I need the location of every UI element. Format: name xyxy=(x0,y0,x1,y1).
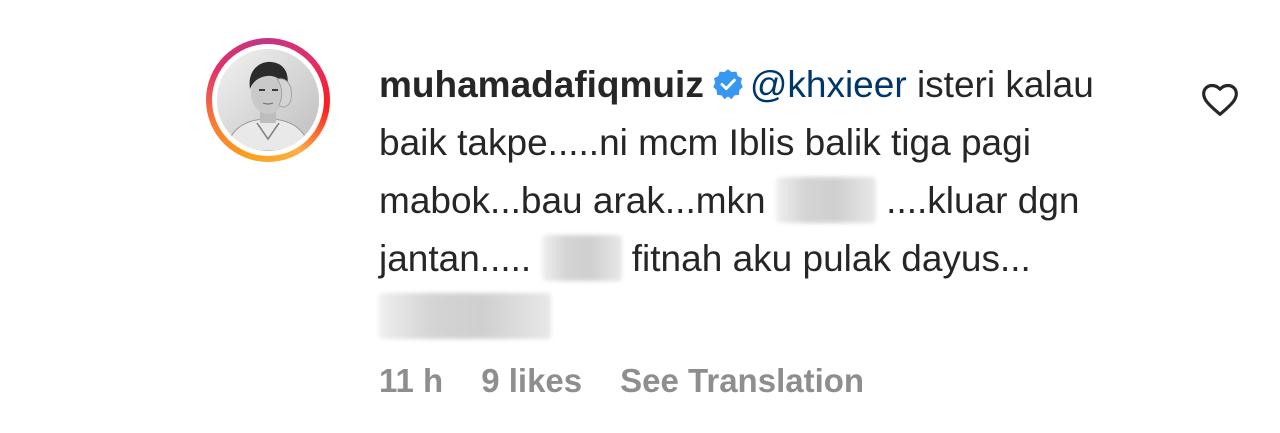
story-ring[interactable] xyxy=(206,38,330,162)
blurred-text xyxy=(379,293,551,339)
heart-icon[interactable] xyxy=(1199,80,1241,120)
username-link[interactable]: muhamadafiqmuiz xyxy=(379,64,704,105)
blurred-text xyxy=(775,177,876,223)
verified-badge-icon xyxy=(713,69,743,100)
avatar[interactable] xyxy=(217,49,319,151)
see-translation-button[interactable]: See Translation xyxy=(620,362,864,399)
comment-meta: 11 h 9 likes See Translation xyxy=(379,362,902,400)
comment-item: muhamadafiqmuiz @khxieer isteri kalau bai… xyxy=(0,0,1280,433)
timestamp[interactable]: 11 h xyxy=(379,362,443,399)
mention-link[interactable]: @khxieer xyxy=(750,64,907,105)
comment-text: muhamadafiqmuiz @khxieer isteri kalau bai… xyxy=(379,56,1169,346)
blurred-text xyxy=(541,235,622,281)
avatar-photo xyxy=(217,49,319,151)
comment-text-part-3: fitnah aku pulak dayus... xyxy=(621,238,1031,279)
likes-count[interactable]: 9 likes xyxy=(481,362,582,399)
